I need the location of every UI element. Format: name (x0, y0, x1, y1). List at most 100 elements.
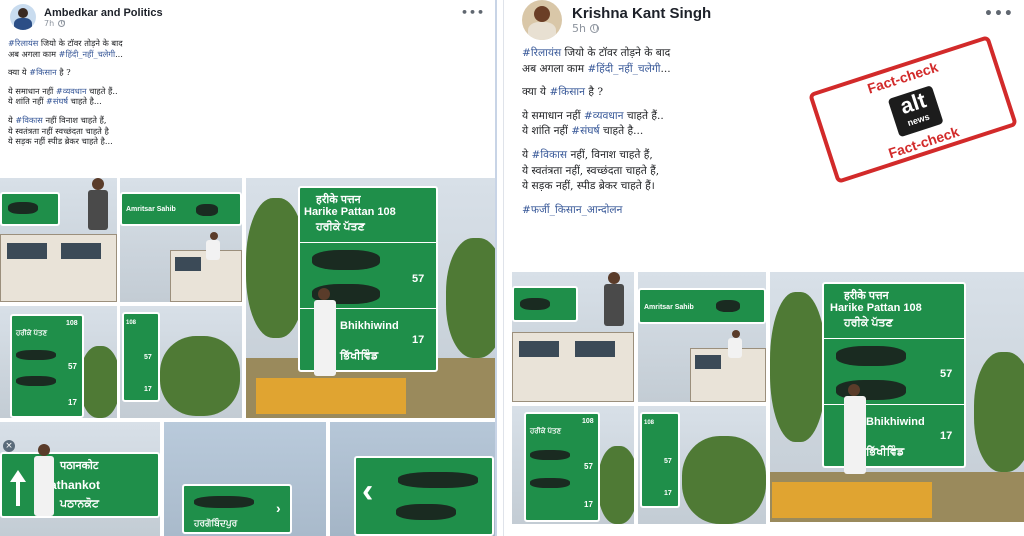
time-label: 5h (572, 22, 586, 35)
text-line: ये समाधान नहीं #व्यवधान चाहते हैं.. (522, 109, 671, 125)
photo-narrow-sign[interactable]: 108 57 17 (120, 306, 242, 418)
sign-arrow: › (276, 500, 281, 516)
text-line: ये स्वतंत्रता नहीं, स्वच्छंदता चाहते हैं… (522, 164, 671, 180)
more-options-icon[interactable]: ••• (461, 6, 485, 19)
sign-text: हरीके पत्तन (316, 194, 361, 206)
photo-pathankot-sign[interactable]: पठानकोट Pathankot ਪਠਾਨਕੋਟ × (0, 422, 160, 536)
photo-amritsar-sign[interactable]: Amritsar Sahib (638, 272, 766, 402)
photo-bus-sign[interactable] (512, 272, 634, 402)
sign-text: 17 (412, 334, 425, 346)
post-header: Krishna Kant Singh 5h (522, 0, 711, 40)
photo-small-sign[interactable]: 108 ਹਰੀਕੇ ਪੱਤਣ 57 17 (0, 306, 117, 418)
hashtag-link[interactable]: #किसान (549, 86, 585, 98)
sign-text: ਭਿੱਖੀਵਿੰਡ (340, 350, 379, 362)
sign-text: ਹਰਗੋਬਿੰਦਪੁਰ (194, 518, 238, 528)
text-line: ये सड़क नहीं, स्पीड ब्रेकर चाहते हैं। (522, 179, 671, 195)
photo-amritsar-sign[interactable]: Amritsar Sahib (120, 178, 242, 302)
hashtag-link[interactable]: #व्यवधान (56, 86, 87, 96)
text-line: क्या ये #किसान है ? (8, 67, 123, 78)
text-segment: ये स्वतंत्रता नहीं स्वच्छंदता चाहते है (8, 125, 109, 136)
hashtag-link[interactable]: #रिलायंस (522, 47, 561, 59)
text-segment: ये शांति नहीं (8, 96, 47, 107)
left-post: Ambedkar and Politics 7h ••• #रिलायंस जि… (0, 0, 497, 536)
post-time[interactable]: 7h (44, 19, 163, 28)
more-options-icon[interactable]: ••• (984, 6, 1014, 22)
text-line: #फर्जी_किसान_आन्दोलन (522, 203, 671, 219)
sign-text: 57 (940, 368, 953, 380)
sign-text: ਹਰੀਕੇ ਪੱਤਣ (316, 221, 365, 233)
time-label: 7h (44, 18, 55, 28)
sign-text: ਹਰੀਕੇ ਪੱਤਣ (530, 428, 562, 435)
hashtag-link[interactable]: #विकास (15, 115, 42, 125)
text-line: ये स्वतंत्रता नहीं स्वच्छंदता चाहते है (8, 126, 123, 137)
hashtag-link[interactable]: #व्यवधान (584, 110, 624, 122)
text-line: ये सड़क नहीं स्पीड ब्रेकर चाहते है... (8, 136, 123, 147)
text-segment: ये (522, 148, 532, 161)
hashtag-link[interactable]: #हिंदी_नहीं_चलेगी (59, 49, 115, 59)
sign-arrow: ‹ (362, 472, 374, 510)
photo-hargobindpur-sign[interactable]: ਹਰਗੋਬਿੰਦਪੁਰ › (164, 422, 326, 536)
hashtag-link[interactable]: #संघर्ष (571, 125, 599, 137)
avatar[interactable] (522, 0, 562, 40)
hashtag-link[interactable]: #रिलायंस (8, 38, 38, 48)
text-segment: है ? (584, 86, 604, 99)
photo-left-arrow-sign[interactable]: ‹ (330, 422, 495, 536)
author-name[interactable]: Krishna Kant Singh (572, 5, 711, 22)
text-segment: है ? (56, 67, 71, 78)
sign-text: 57 (144, 354, 152, 361)
text-segment: क्या ये (522, 86, 550, 99)
photo-small-sign[interactable]: 108 ਹਰੀਕੇ ਪੱਤਣ 57 17 (512, 406, 634, 524)
text-line: #रिलायंस जियो के टॉवर तोड़ने के बाद (8, 38, 123, 49)
photo-harike-sign[interactable]: हरीके पत्तन Harike Pattan 108 ਹਰੀਕੇ ਪੱਤਣ… (770, 272, 1024, 522)
text-segment: ये समाधान नहीं (8, 85, 56, 96)
sign-text: Amritsar Sahib (126, 206, 176, 213)
sign-text: 57 (664, 458, 672, 465)
globe-icon (589, 24, 599, 33)
text-segment: चाहते हैं.. (623, 109, 664, 122)
sign-text: 17 (664, 490, 672, 497)
text-segment: चाहते है... (599, 125, 644, 138)
sign-text: 57 (584, 462, 593, 471)
text-line: ये शांति नहीं #संघर्ष चाहते है... (522, 124, 671, 140)
text-segment: नहीं विनाश चाहते हैं, (42, 114, 107, 125)
sign-text: पठानकोट (60, 460, 99, 472)
sign-text: 17 (584, 500, 593, 509)
text-segment: ... (115, 48, 123, 59)
sign-text: 108 (126, 320, 137, 326)
text-segment: ये सड़क नहीं, स्पीड ब्रेकर चाहते हैं। (522, 180, 655, 193)
photo-narrow-sign[interactable]: 108 57 17 (638, 406, 766, 524)
close-icon[interactable]: × (3, 440, 15, 452)
sign-text: ਭਿੱਖੀਵਿੰਡ (866, 446, 905, 458)
sign-text: ਪਠਾਨਕੋਟ (60, 498, 99, 510)
post-time[interactable]: 5h (572, 22, 711, 35)
text-line: ये शांति नहीं #संघर्ष चाहते है... (8, 96, 123, 107)
author-name[interactable]: Ambedkar and Politics (44, 7, 163, 19)
post-text: #रिलायंस जियो के टॉवर तोड़ने के बाद अब अग… (8, 38, 123, 147)
post-header: Ambedkar and Politics 7h (10, 4, 163, 30)
sign-text: 108 (644, 420, 655, 426)
text-segment: क्या ये (8, 67, 30, 78)
hashtag-link[interactable]: #किसान (29, 67, 56, 77)
text-segment: ये स्वतंत्रता नहीं, स्वच्छंदता चाहते हैं… (522, 164, 660, 177)
avatar[interactable] (10, 4, 36, 30)
hashtag-link[interactable]: #फर्जी_किसान_आन्दोलन (522, 204, 622, 216)
hashtag-link[interactable]: #विकास (532, 149, 568, 161)
text-line: क्या ये #किसान है ? (522, 85, 671, 101)
hashtag-link[interactable]: #संघर्ष (46, 96, 68, 106)
photo-bus-sign[interactable] (0, 178, 117, 302)
text-segment: अब अगला काम (8, 48, 59, 59)
sign-text: Harike Pattan 108 (304, 206, 396, 218)
sign-text: Harike Pattan 108 (830, 302, 922, 314)
text-segment: अब अगला काम (522, 62, 588, 75)
hashtag-link[interactable]: #हिंदी_नहीं_चलेगी (587, 63, 660, 75)
sign-text: 57 (68, 362, 77, 371)
text-segment: चाहते है... (68, 96, 102, 107)
photo-harike-sign[interactable]: हरीके पत्तन Harike Pattan 108 ਹਰੀਕੇ ਪੱਤਣ… (246, 178, 495, 418)
sign-text: 108 (582, 418, 594, 425)
sign-text: Bhikhiwind (340, 320, 399, 332)
